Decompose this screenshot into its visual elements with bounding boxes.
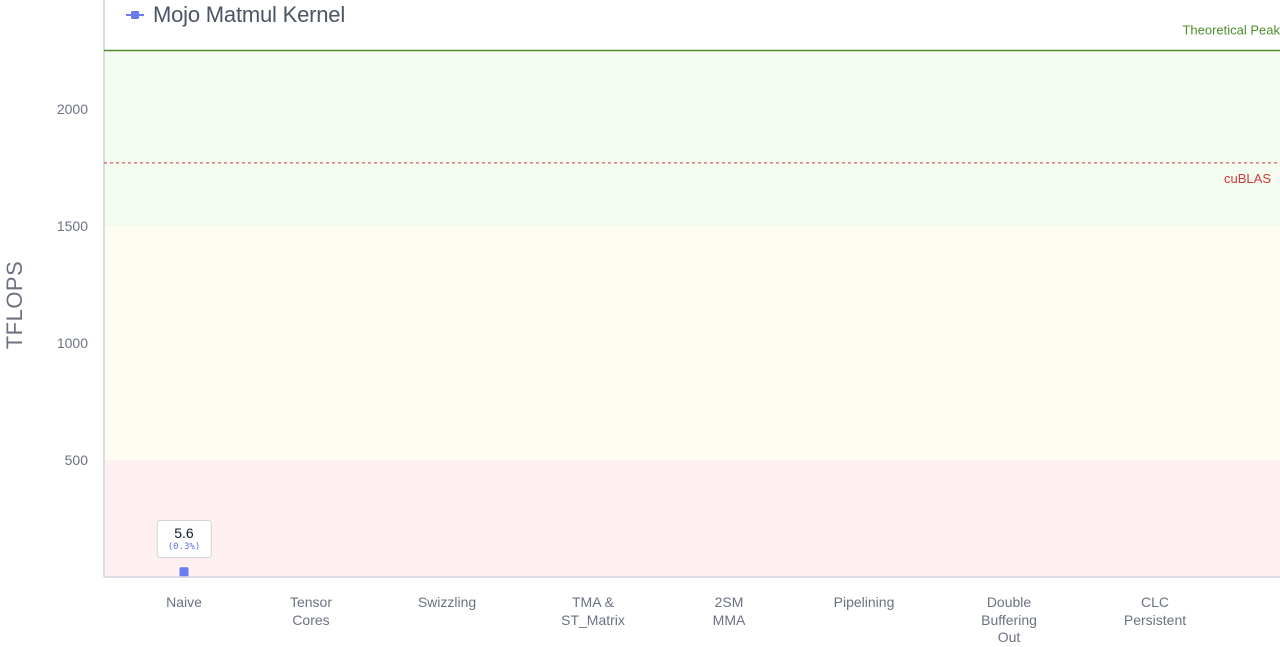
band-2	[104, 50, 1280, 226]
y-tick-label-2000: 2000	[57, 101, 88, 117]
x-tick-label-2: Swizzling	[417, 594, 477, 610]
y-tick-label-1500: 1500	[57, 218, 88, 234]
reference-label-theoretical-peak: Theoretical Peak	[1182, 23, 1280, 38]
legend-label: Mojo Matmul Kernel	[153, 2, 346, 27]
legend[interactable]: Mojo Matmul Kernel	[126, 2, 345, 28]
reference-label-cublas: cuBLAS	[1224, 171, 1271, 186]
band-0	[104, 460, 1280, 577]
band-1	[104, 226, 1280, 460]
x-tick-label-4: 2SM MMA	[712, 594, 746, 628]
y-tick-label-500: 500	[65, 452, 89, 468]
legend-line-marker-icon	[126, 10, 144, 20]
y-tick-label-1000: 1000	[57, 335, 88, 351]
x-tick-label-7: CLC Persistent	[1123, 594, 1187, 628]
x-tick-label-6: Double Buffering Out	[981, 594, 1037, 645]
x-tick-label-0: Naive	[166, 594, 202, 610]
tooltip-value: 5.6	[174, 524, 194, 541]
tooltip-percent: (0.3%)	[167, 541, 201, 552]
x-tick-label-5: Pipelining	[833, 594, 895, 610]
x-tick-label-1: Tensor Cores	[289, 594, 333, 628]
y-axis-title: TFLOPS	[2, 260, 27, 350]
data-point-tooltip: 5.6 (0.3%)	[156, 519, 212, 558]
x-tick-label-3: TMA & ST_Matrix	[561, 594, 625, 628]
data-point-0	[179, 567, 189, 577]
